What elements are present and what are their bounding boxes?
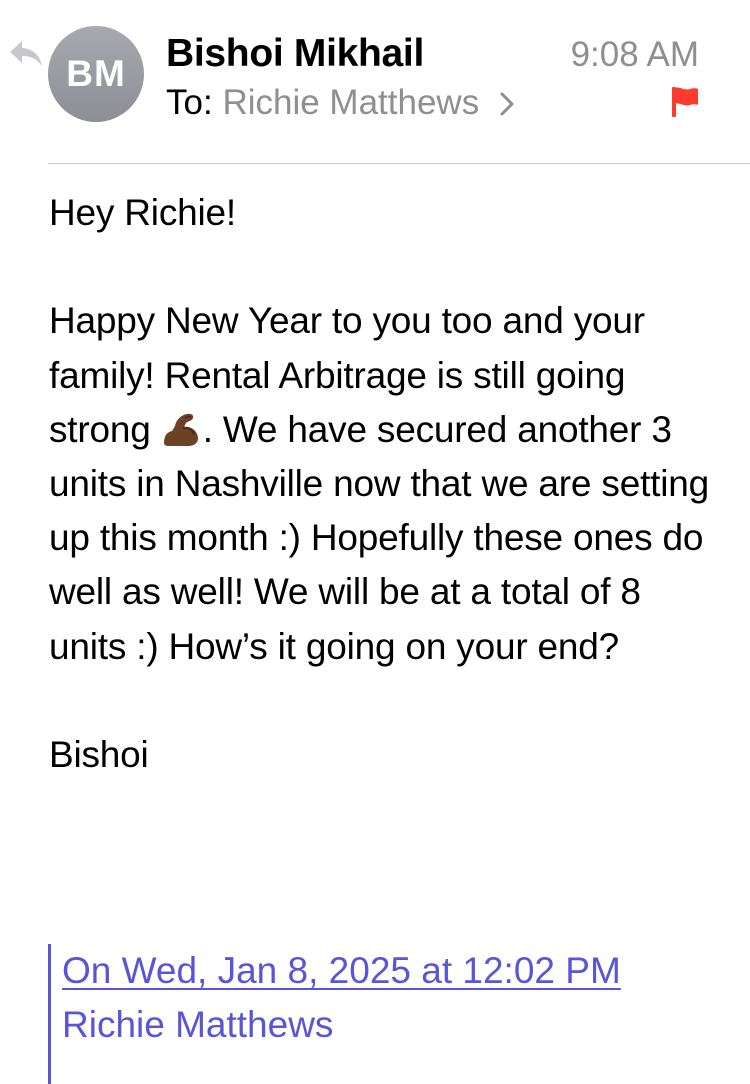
chevron-right-icon[interactable] xyxy=(499,85,515,116)
message-body: Hey Richie! Happy New Year to you too an… xyxy=(49,186,719,782)
quote-date-link[interactable]: On Wed, Jan 8, 2025 at 12:02 PM xyxy=(62,950,621,991)
quote-author[interactable]: Richie Matthews xyxy=(62,998,728,1052)
signature: Bishoi xyxy=(49,734,149,775)
quoted-message: On Wed, Jan 8, 2025 at 12:02 PM Richie M… xyxy=(48,944,728,1084)
sender-name[interactable]: Bishoi Mikhail xyxy=(166,31,424,77)
recipient-name[interactable]: Richie Matthews xyxy=(222,83,479,122)
reply-arrow-icon[interactable] xyxy=(8,38,44,70)
greeting: Hey Richie! xyxy=(49,192,236,233)
header-divider xyxy=(48,163,750,164)
quote-header: On Wed, Jan 8, 2025 at 12:02 PM xyxy=(62,944,728,998)
message-header: BM Bishoi Mikhail 9:08 AM To: Richie Mat… xyxy=(0,0,750,164)
to-label: To: xyxy=(166,83,213,122)
flag-icon[interactable] xyxy=(670,86,700,118)
avatar-initials: BM xyxy=(66,53,126,94)
message-paragraph: Happy New Year to you too and your famil… xyxy=(49,294,719,673)
flexed-biceps-emoji xyxy=(161,409,203,446)
message-time: 9:08 AM xyxy=(570,35,699,74)
recipient-row[interactable]: To: Richie Matthews xyxy=(166,82,515,124)
avatar[interactable]: BM xyxy=(48,26,144,122)
